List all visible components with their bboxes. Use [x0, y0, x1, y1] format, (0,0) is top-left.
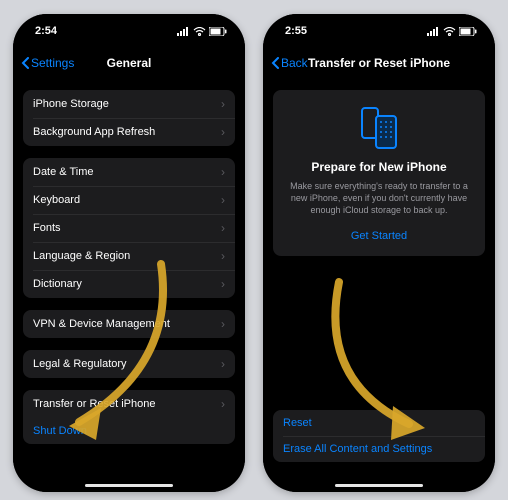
wifi-icon: [193, 27, 206, 36]
row-erase-all[interactable]: Erase All Content and Settings: [273, 436, 485, 462]
notch: [329, 14, 429, 36]
row-label: Reset: [283, 417, 312, 429]
card-description: Make sure everything's ready to transfer…: [285, 180, 473, 216]
row-iphone-storage[interactable]: iPhone Storage ›: [23, 90, 235, 118]
row-label: Date & Time: [33, 166, 94, 178]
row-shut-down[interactable]: Shut Down: [23, 418, 235, 444]
row-date-time[interactable]: Date & Time ›: [23, 158, 235, 186]
screen: Back Transfer or Reset iPhone Prepare fo…: [263, 14, 495, 492]
row-language-region[interactable]: Language & Region ›: [23, 242, 235, 270]
card-title: Prepare for New iPhone: [285, 160, 473, 174]
back-label: Back: [281, 56, 308, 70]
home-indicator: [335, 484, 423, 487]
group-datetime: Date & Time › Keyboard › Fonts › Languag…: [23, 158, 235, 298]
back-button[interactable]: Settings: [21, 56, 74, 70]
status-icons: [427, 27, 477, 36]
row-background-app-refresh[interactable]: Background App Refresh ›: [23, 118, 235, 146]
row-keyboard[interactable]: Keyboard ›: [23, 186, 235, 214]
row-label: Shut Down: [33, 425, 87, 437]
page-title: General: [107, 56, 152, 70]
group-vpn: VPN & Device Management ›: [23, 310, 235, 338]
battery-icon: [459, 27, 477, 36]
back-label: Settings: [31, 56, 74, 70]
row-label: iPhone Storage: [33, 98, 109, 110]
row-label: Keyboard: [33, 194, 80, 206]
signal-icon: [427, 27, 440, 36]
back-button[interactable]: Back: [271, 56, 308, 70]
chevron-right-icon: ›: [221, 317, 225, 331]
row-label: Dictionary: [33, 278, 82, 290]
row-label: Fonts: [33, 222, 61, 234]
transfer-icon: [285, 106, 473, 150]
get-started-button[interactable]: Get Started: [285, 226, 473, 246]
chevron-right-icon: ›: [221, 277, 225, 291]
chevron-right-icon: ›: [221, 193, 225, 207]
row-fonts[interactable]: Fonts ›: [23, 214, 235, 242]
phone-right: 2:55 Back Transfer or Reset iPhone: [263, 14, 495, 492]
reset-group: Reset Erase All Content and Settings: [273, 410, 485, 462]
battery-icon: [209, 27, 227, 36]
nav-bar: Back Transfer or Reset iPhone: [263, 48, 495, 78]
notch: [79, 14, 179, 36]
status-time: 2:55: [285, 25, 307, 37]
nav-bar: Settings General: [13, 48, 245, 78]
row-label: Transfer or Reset iPhone: [33, 398, 155, 410]
chevron-right-icon: ›: [221, 221, 225, 235]
row-vpn-device-management[interactable]: VPN & Device Management ›: [23, 310, 235, 338]
chevron-right-icon: ›: [221, 249, 225, 263]
row-label: VPN & Device Management: [33, 318, 170, 330]
wifi-icon: [443, 27, 456, 36]
row-label: Erase All Content and Settings: [283, 443, 432, 455]
chevron-left-icon: [271, 57, 279, 69]
settings-list: iPhone Storage › Background App Refresh …: [13, 78, 245, 444]
chevron-right-icon: ›: [221, 97, 225, 111]
row-label: Language & Region: [33, 250, 130, 262]
group-transfer: Transfer or Reset iPhone › Shut Down: [23, 390, 235, 444]
row-label: Legal & Regulatory: [33, 358, 127, 370]
signal-icon: [177, 27, 190, 36]
chevron-right-icon: ›: [221, 357, 225, 371]
row-label: Background App Refresh: [33, 126, 155, 138]
card-link-label: Get Started: [351, 230, 407, 242]
row-reset[interactable]: Reset: [273, 410, 485, 436]
page-title: Transfer or Reset iPhone: [308, 56, 450, 70]
prepare-card: Prepare for New iPhone Make sure everyth…: [273, 90, 485, 256]
screen: Settings General iPhone Storage › Backgr…: [13, 14, 245, 492]
chevron-right-icon: ›: [221, 397, 225, 411]
status-time: 2:54: [35, 25, 57, 37]
group-storage: iPhone Storage › Background App Refresh …: [23, 90, 235, 146]
chevron-right-icon: ›: [221, 165, 225, 179]
row-dictionary[interactable]: Dictionary ›: [23, 270, 235, 298]
row-legal-regulatory[interactable]: Legal & Regulatory ›: [23, 350, 235, 378]
group-legal: Legal & Regulatory ›: [23, 350, 235, 378]
chevron-left-icon: [21, 57, 29, 69]
home-indicator: [85, 484, 173, 487]
status-icons: [177, 27, 227, 36]
phone-left: 2:54 Settings General iPhone Storage › B…: [13, 14, 245, 492]
row-transfer-or-reset[interactable]: Transfer or Reset iPhone ›: [23, 390, 235, 418]
chevron-right-icon: ›: [221, 125, 225, 139]
